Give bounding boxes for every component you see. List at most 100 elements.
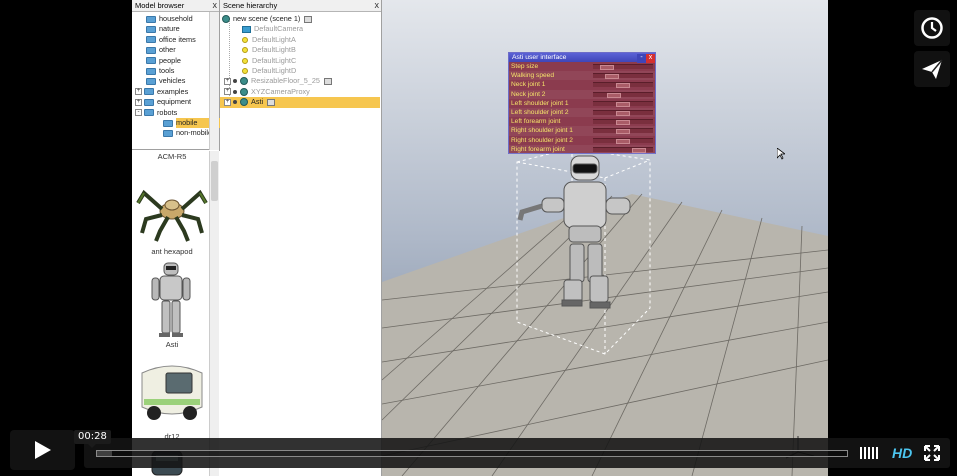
progress-loaded — [97, 451, 112, 456]
slider-knob[interactable] — [632, 147, 646, 153]
slider-knob[interactable] — [600, 65, 614, 70]
asti-slider[interactable] — [593, 73, 653, 80]
scene-hierarchy-title: Scene hierarchy — [223, 1, 278, 10]
scene-object-defaultlighta[interactable]: DefaultLightA — [220, 35, 380, 46]
model-browser-tree-scrollbar[interactable] — [209, 12, 219, 150]
thumbnail-dr12[interactable] — [136, 359, 208, 427]
model-browser-close-button[interactable]: x — [213, 0, 218, 11]
asti-slider[interactable] — [593, 100, 653, 107]
folder-icon — [146, 57, 156, 65]
fullscreen-icon[interactable] — [924, 445, 940, 461]
folder-label: equipment — [157, 97, 192, 107]
scene-object-defaultcamera[interactable]: DefaultCamera — [220, 24, 380, 35]
thumbnail-asti[interactable] — [146, 261, 196, 339]
expand-toggle-icon[interactable]: + — [224, 77, 231, 85]
asti-control-label: Left shoulder joint 1 — [511, 99, 569, 107]
scene-object-defaultlightd[interactable]: DefaultLightD — [220, 66, 380, 77]
scene-object-defaultlightb[interactable]: DefaultLightB — [220, 45, 380, 56]
folder-label: examples — [157, 86, 189, 96]
asti-slider[interactable] — [593, 110, 653, 116]
model-folder-household[interactable]: household — [135, 14, 193, 24]
progress-bar[interactable] — [96, 450, 848, 457]
scene-object-resizablefloor-5-25[interactable]: + ResizableFloor_5_25 — [220, 76, 380, 87]
asti-ui-title-bar[interactable]: Asti user interface -x — [509, 53, 655, 63]
asti-slider[interactable] — [593, 119, 653, 126]
model-folder-equipment[interactable]: + equipment — [135, 97, 191, 107]
model-folder-robots[interactable]: - robots — [135, 108, 177, 118]
folder-icon — [146, 25, 156, 33]
volume-bar — [868, 447, 870, 459]
volume-bar — [860, 447, 862, 459]
model-browser-thumbnails-scrollbar[interactable] — [209, 151, 219, 476]
model-folder-examples[interactable]: + examples — [135, 87, 188, 97]
folder-icon — [144, 88, 154, 96]
asti-slider[interactable] — [593, 82, 653, 89]
script-icon[interactable] — [304, 15, 313, 23]
model-folder-nature[interactable]: nature — [135, 24, 180, 34]
model-folder-vehicles[interactable]: vehicles — [135, 76, 185, 86]
asti-control-row: Neck joint 2 — [509, 89, 655, 99]
asti-slider[interactable] — [593, 128, 653, 135]
asti-slider[interactable] — [593, 64, 653, 70]
thumbnail-ant-hexapod[interactable] — [134, 175, 210, 245]
thumbnail-label: Asti — [165, 340, 179, 349]
volume-bar — [872, 447, 874, 459]
scene-object-xyzcameraproxy[interactable]: + XYZCameraProxy — [220, 87, 380, 98]
scene-object-label: DefaultLightA — [252, 34, 296, 44]
folder-label: robots — [157, 107, 178, 117]
watch-later-button[interactable] — [914, 10, 950, 46]
asti-ui-title: Asti user interface — [512, 54, 567, 61]
dr12-robot-image — [141, 365, 203, 420]
model-folder-people[interactable]: people — [135, 56, 181, 66]
model-folder-tools[interactable]: tools — [135, 66, 174, 76]
model-folder-office-items[interactable]: office items — [135, 35, 196, 45]
scene-object-new-scene-scene-1-[interactable]: new scene (scene 1) — [220, 14, 380, 25]
asti-control-label: Walking speed — [511, 72, 555, 80]
expand-toggle-icon[interactable]: + — [135, 88, 142, 96]
controls-strip: HD — [84, 438, 950, 468]
slider-knob[interactable] — [605, 74, 619, 80]
scene-object-asti[interactable]: + Asti — [220, 97, 380, 108]
slider-knob[interactable] — [616, 83, 630, 89]
asti-control-row: Left shoulder joint 2 — [509, 108, 655, 118]
folder-label: household — [159, 14, 193, 23]
asti-control-row: Left shoulder joint 1 — [509, 99, 655, 108]
play-button[interactable] — [10, 430, 75, 470]
slider-knob[interactable] — [616, 111, 630, 116]
scene-hierarchy-close-button[interactable]: x — [375, 0, 380, 11]
slider-knob[interactable] — [607, 92, 621, 98]
slider-knob[interactable] — [616, 129, 630, 135]
script-icon[interactable] — [267, 98, 276, 106]
model-folder-non-mobile[interactable]: non-mobile — [152, 128, 212, 138]
share-button[interactable] — [914, 51, 950, 87]
asti-slider[interactable] — [593, 137, 653, 144]
hd-toggle[interactable]: HD — [892, 443, 912, 463]
model-folder-other[interactable]: other — [135, 45, 176, 55]
folder-icon — [163, 119, 173, 127]
asti-control-row: Right forearm joint — [509, 144, 655, 154]
slider-knob[interactable] — [616, 138, 630, 144]
scrollbar-thumb[interactable] — [211, 161, 218, 201]
asti-slider[interactable] — [593, 91, 653, 98]
scene-object-label: new scene (scene 1) — [233, 14, 301, 23]
slider-knob[interactable] — [616, 120, 630, 126]
expand-toggle-icon[interactable]: + — [224, 98, 231, 106]
ant-hexapod-image — [136, 189, 208, 242]
scene-object-defaultlightc[interactable]: DefaultLightC — [220, 56, 380, 67]
slider-knob[interactable] — [616, 101, 630, 107]
folder-label: tools — [159, 66, 175, 75]
model-browser-title: Model browser — [135, 1, 185, 10]
script-icon[interactable] — [323, 77, 332, 85]
expand-toggle-icon[interactable]: - — [135, 109, 142, 117]
expand-toggle-icon[interactable]: + — [224, 88, 231, 96]
expand-toggle-icon[interactable]: + — [135, 98, 142, 106]
scene-object-label: DefaultLightB — [252, 45, 296, 55]
scene-object-label: DefaultLightC — [252, 55, 297, 65]
mouse-cursor-icon — [777, 148, 785, 160]
asti-control-label: Neck joint 2 — [511, 90, 546, 98]
folder-label: nature — [159, 24, 180, 34]
scene-hierarchy-panel: Scene hierarchy x new scene (scene 1) Def… — [220, 0, 382, 476]
asti-slider[interactable] — [593, 146, 653, 153]
folder-label: other — [159, 45, 176, 55]
volume-control[interactable] — [860, 447, 884, 459]
